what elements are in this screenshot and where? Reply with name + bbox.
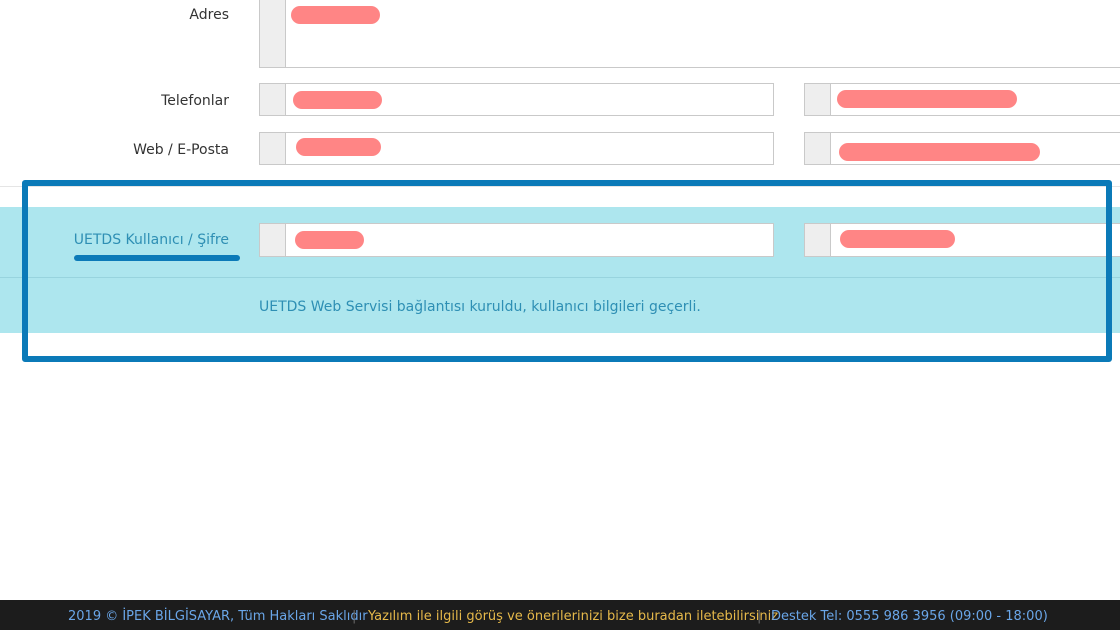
address-label: Adres [189,7,229,23]
web-email-label: Web / E-Posta [133,142,229,158]
address-addon [260,0,286,67]
phone-1-input[interactable] [259,83,774,116]
website-input[interactable] [259,132,774,165]
footer-copyright: 2019 © İPEK BİLGİSAYAR, Tüm Hakları Sakl… [68,609,368,624]
highlight-frame [22,180,1112,362]
website-addon [260,133,286,164]
phone-2-input[interactable] [804,83,1120,116]
phone-1-addon [260,84,286,115]
phones-label: Telefonlar [161,93,229,109]
redacted-value [296,138,381,156]
email-addon [805,133,831,164]
redacted-value [839,143,1040,161]
address-textarea[interactable] [259,0,1120,68]
footer-separator: | [757,609,762,624]
redacted-value [291,6,380,24]
redacted-value [293,91,382,109]
footer: 2019 © İPEK BİLGİSAYAR, Tüm Hakları Sakl… [0,600,1120,630]
redacted-value [837,90,1017,108]
footer-feedback-link[interactable]: Yazılım ile ilgili görüş ve önerileriniz… [368,609,778,624]
footer-separator: | [352,609,357,624]
footer-support-phone: Destek Tel: 0555 986 3956 (09:00 - 18:00… [771,609,1048,624]
email-input[interactable] [804,132,1120,165]
phone-2-addon [805,84,831,115]
